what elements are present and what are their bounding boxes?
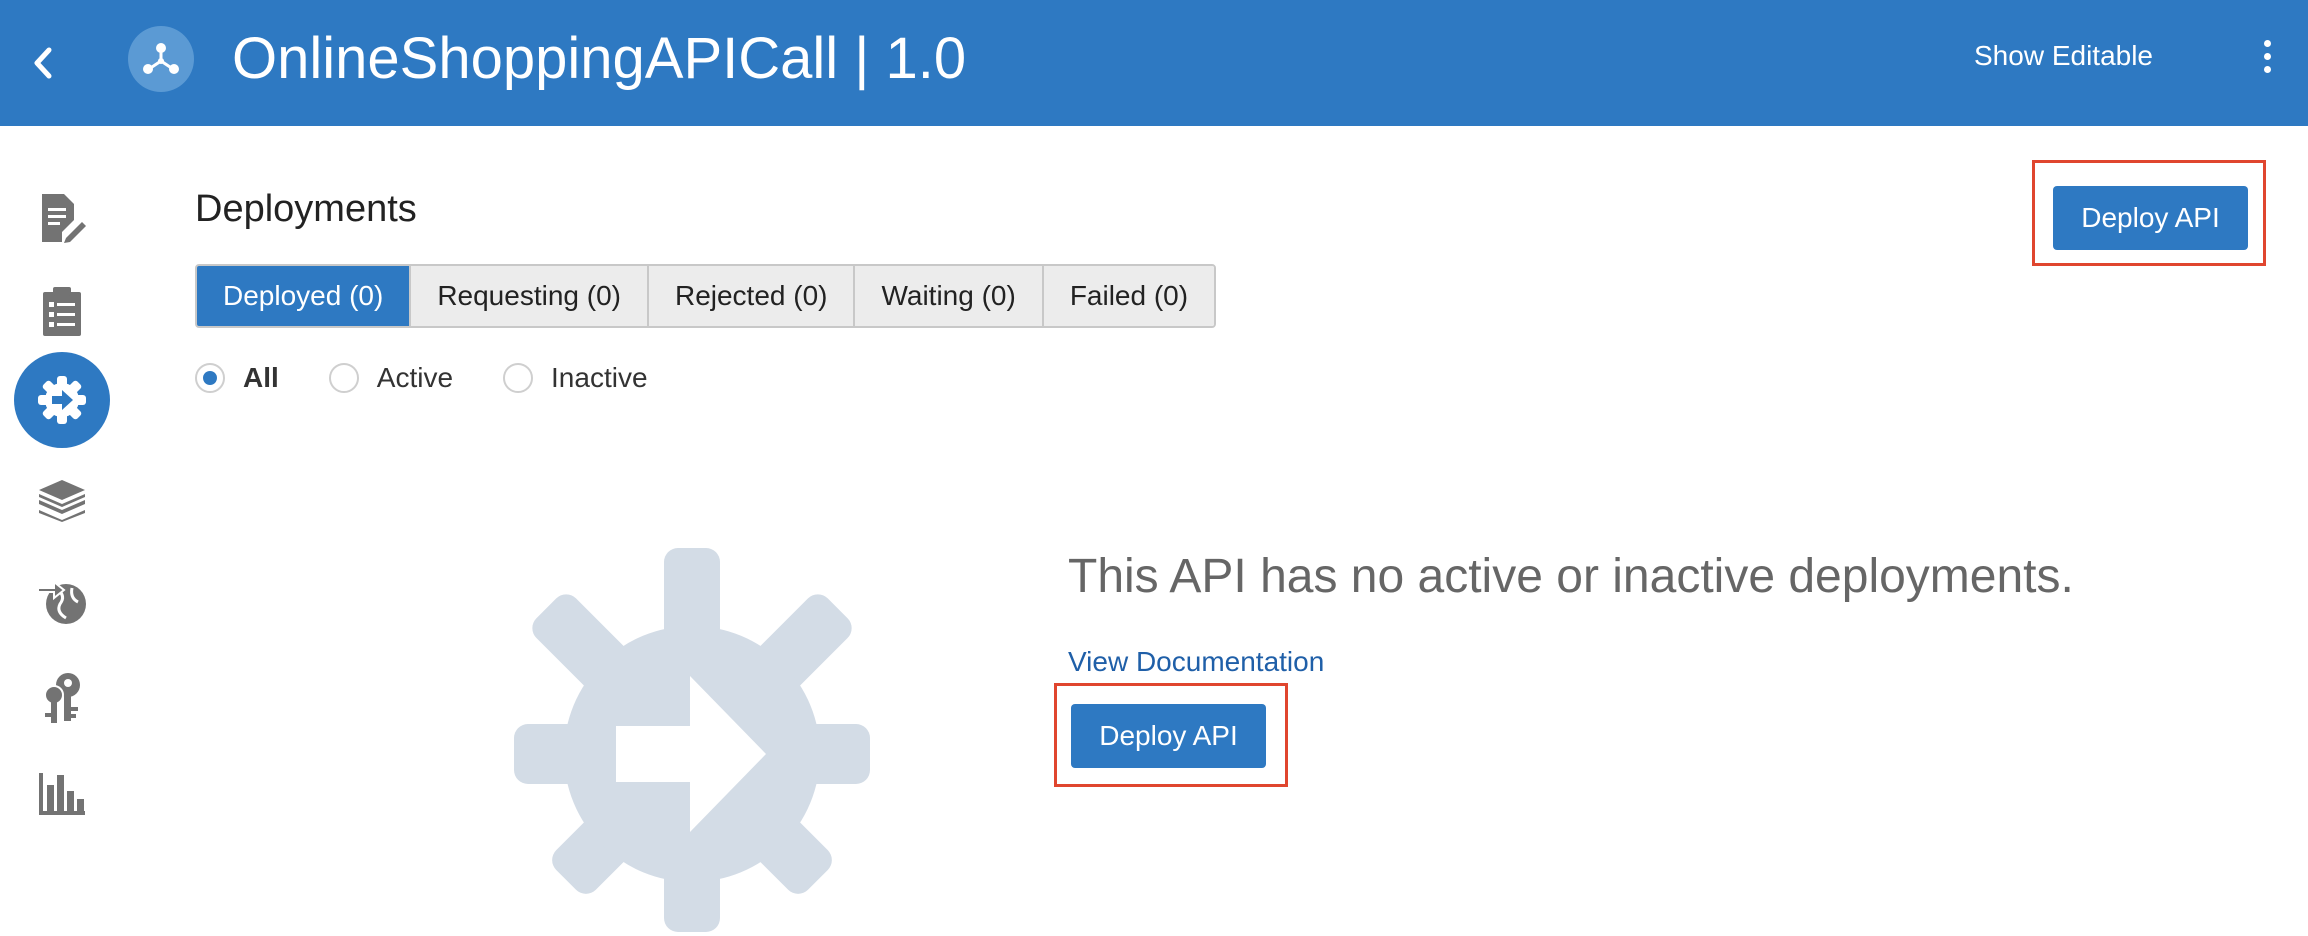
filter-all-label: All (243, 362, 279, 393)
app-header: OnlineShoppingAPICall | 1.0 Show Editabl… (0, 0, 2308, 126)
tab-rejected[interactable]: Rejected (0) (648, 266, 856, 326)
layers-icon (39, 480, 85, 522)
empty-state-message: This API has no active or inactive deplo… (1068, 550, 2074, 603)
view-documentation-link[interactable]: View Documentation (1068, 642, 1324, 682)
api-logo-icon (128, 26, 194, 92)
edit-document-icon (42, 194, 86, 243)
filter-all[interactable]: All (195, 362, 279, 394)
filter-inactive-label: Inactive (551, 362, 648, 393)
filter-active-label: Active (376, 362, 454, 393)
filter-active[interactable]: Active (328, 362, 454, 394)
radio-all[interactable] (195, 363, 225, 393)
deployments-gear-icon (38, 376, 86, 424)
page-title: Deployments (195, 188, 417, 230)
sidebar-item-layers[interactable] (14, 452, 110, 548)
tab-waiting[interactable]: Waiting (0) (855, 266, 1044, 326)
sidebar-item-keys[interactable] (14, 650, 110, 746)
sidebar-item-checklist[interactable] (14, 264, 110, 360)
radio-active[interactable] (328, 363, 359, 393)
deployment-filter: All Active Inactive (195, 356, 698, 400)
sidebar-item-analytics[interactable] (14, 746, 110, 842)
deploy-gear-illustration (514, 548, 870, 932)
deployment-status-tabs: Deployed (0) Requesting (0) Rejected (0)… (195, 264, 1217, 328)
sidebar-item-publish[interactable] (14, 552, 110, 648)
keys-icon (44, 673, 80, 723)
api-title: OnlineShoppingAPICall | 1.0 (232, 26, 967, 91)
deploy-api-button-top[interactable]: Deploy API (2053, 186, 2248, 250)
deploy-api-button-main[interactable]: Deploy API (1071, 704, 1266, 768)
tab-deployed[interactable]: Deployed (0) (197, 266, 412, 326)
chevron-left-icon (34, 47, 52, 79)
filter-inactive[interactable]: Inactive (503, 362, 648, 394)
analytics-bar-chart-icon (39, 773, 85, 815)
kebab-menu-icon[interactable] (2252, 30, 2282, 82)
sidebar-nav (0, 126, 126, 936)
sidebar-item-edit[interactable] (14, 170, 110, 266)
tab-failed[interactable]: Failed (0) (1043, 266, 1215, 326)
sidebar-item-deployments[interactable] (14, 352, 110, 448)
show-editable-link[interactable]: Show Editable (1974, 36, 2153, 76)
radio-inactive[interactable] (503, 363, 534, 393)
globe-publish-icon (37, 579, 86, 624)
back-button[interactable] (20, 35, 64, 91)
checklist-icon (43, 287, 81, 336)
tab-requesting[interactable]: Requesting (0) (411, 266, 649, 326)
